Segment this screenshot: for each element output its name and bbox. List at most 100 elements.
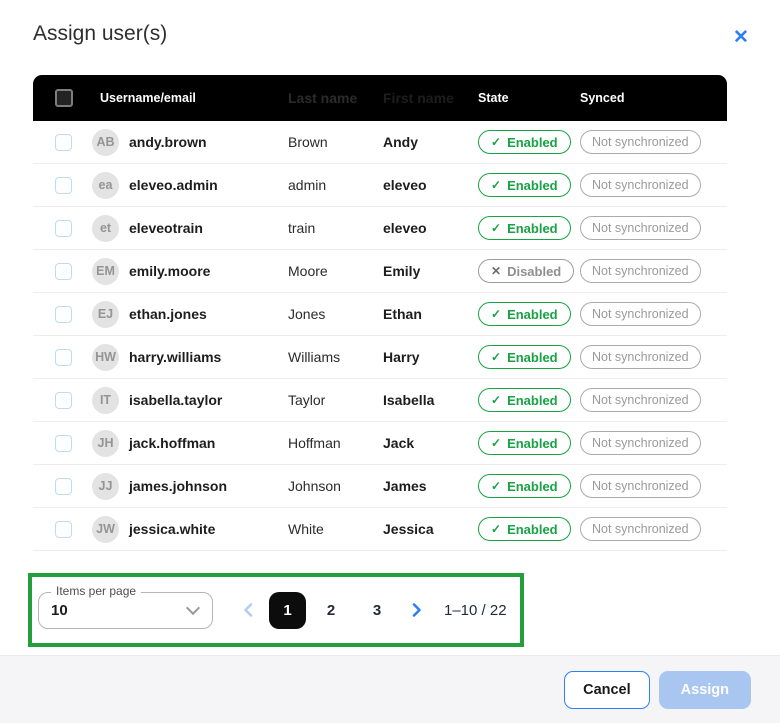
first-name-cell: Ethan xyxy=(383,306,478,322)
state-label: Enabled xyxy=(507,436,558,451)
avatar: EM xyxy=(92,258,119,285)
state-icon: ✓ xyxy=(491,479,501,493)
state-label: Enabled xyxy=(507,393,558,408)
next-page-button[interactable] xyxy=(404,598,428,622)
state-badge: ✓ Enabled xyxy=(478,173,571,197)
state-label: Enabled xyxy=(507,350,558,365)
state-badge: ✓ Enabled xyxy=(478,431,571,455)
avatar: JW xyxy=(92,516,119,543)
avatar-initials: AB xyxy=(96,135,114,149)
row-checkbox[interactable] xyxy=(55,306,72,323)
page-button-3[interactable]: 3 xyxy=(362,602,392,619)
column-header-last-name: Last name xyxy=(288,90,383,106)
row-checkbox[interactable] xyxy=(55,220,72,237)
state-badge: ✓ Enabled xyxy=(478,302,571,326)
synced-badge: Not synchronized xyxy=(580,302,701,326)
username-cell: eleveotrain xyxy=(129,220,203,236)
table-row: JJ james.johnson Johnson James ✓ Enabled… xyxy=(33,465,727,508)
state-icon: ✓ xyxy=(491,307,501,321)
page-button-2[interactable]: 2 xyxy=(316,602,346,619)
avatar-initials: JJ xyxy=(99,479,113,493)
avatar: ea xyxy=(92,172,119,199)
last-name-cell: admin xyxy=(288,177,383,193)
users-table: Username/email Last name First name Stat… xyxy=(33,75,727,551)
first-name-cell: James xyxy=(383,478,478,494)
table-body: AB andy.brown Brown Andy ✓ Enabled Not s… xyxy=(33,121,727,551)
table-header: Username/email Last name First name Stat… xyxy=(33,75,727,121)
synced-badge: Not synchronized xyxy=(580,431,701,455)
row-checkbox[interactable] xyxy=(55,134,72,151)
username-cell: jack.hoffman xyxy=(129,435,215,451)
state-icon: ✓ xyxy=(491,436,501,450)
avatar-initials: ea xyxy=(99,178,113,192)
avatar: AB xyxy=(92,129,119,156)
state-badge: ✓ Enabled xyxy=(478,345,571,369)
last-name-cell: train xyxy=(288,220,383,236)
avatar: et xyxy=(92,215,119,242)
column-header-username: Username/email xyxy=(88,91,288,105)
first-name-cell: Emily xyxy=(383,263,478,279)
first-name-cell: eleveo xyxy=(383,220,478,236)
row-checkbox[interactable] xyxy=(55,392,72,409)
table-row: EM emily.moore Moore Emily ✕ Disabled No… xyxy=(33,250,727,293)
table-row: JW jessica.white White Jessica ✓ Enabled… xyxy=(33,508,727,551)
last-name-cell: Jones xyxy=(288,306,383,322)
state-badge: ✓ Enabled xyxy=(478,216,571,240)
row-checkbox[interactable] xyxy=(55,521,72,538)
username-cell: jessica.white xyxy=(129,521,215,537)
column-header-synced: Synced xyxy=(580,91,727,105)
cancel-button[interactable]: Cancel xyxy=(564,671,650,709)
row-checkbox[interactable] xyxy=(55,177,72,194)
first-name-cell: Isabella xyxy=(383,392,478,408)
select-all-checkbox[interactable] xyxy=(55,89,73,107)
synced-badge: Not synchronized xyxy=(580,216,701,240)
avatar: HW xyxy=(92,344,119,371)
table-row: HW harry.williams Williams Harry ✓ Enabl… xyxy=(33,336,727,379)
last-name-cell: Hoffman xyxy=(288,435,383,451)
avatar: JJ xyxy=(92,473,119,500)
row-checkbox[interactable] xyxy=(55,478,72,495)
close-icon[interactable]: ✕ xyxy=(729,25,753,49)
username-cell: andy.brown xyxy=(129,134,207,150)
table-row: JH jack.hoffman Hoffman Jack ✓ Enabled N… xyxy=(33,422,727,465)
last-name-cell: Moore xyxy=(288,263,383,279)
state-label: Enabled xyxy=(507,135,558,150)
assign-users-dialog: Assign user(s) ✕ Username/email Last nam… xyxy=(0,0,780,723)
table-row: ea eleveo.admin admin eleveo ✓ Enabled N… xyxy=(33,164,727,207)
previous-page-button[interactable] xyxy=(237,598,261,622)
username-cell: isabella.taylor xyxy=(129,392,222,408)
avatar-initials: EJ xyxy=(98,307,113,321)
page-button-1[interactable]: 1 xyxy=(269,592,306,629)
state-icon: ✓ xyxy=(491,350,501,364)
state-icon: ✓ xyxy=(491,221,501,235)
avatar-initials: IT xyxy=(100,393,111,407)
assign-button[interactable]: Assign xyxy=(659,671,751,709)
username-cell: eleveo.admin xyxy=(129,177,218,193)
state-icon: ✕ xyxy=(491,264,501,278)
state-label: Enabled xyxy=(507,221,558,236)
row-checkbox[interactable] xyxy=(55,349,72,366)
dialog-footer: Cancel Assign xyxy=(0,655,780,723)
last-name-cell: Taylor xyxy=(288,392,383,408)
last-name-cell: White xyxy=(288,521,383,537)
avatar: IT xyxy=(92,387,119,414)
first-name-cell: Jack xyxy=(383,435,478,451)
synced-badge: Not synchronized xyxy=(580,388,701,412)
row-checkbox[interactable] xyxy=(55,435,72,452)
state-badge: ✕ Disabled xyxy=(478,259,574,283)
state-label: Disabled xyxy=(507,264,561,279)
first-name-cell: Jessica xyxy=(383,521,478,537)
last-name-cell: Johnson xyxy=(288,478,383,494)
chevron-down-icon xyxy=(186,600,200,614)
state-label: Enabled xyxy=(507,522,558,537)
state-badge: ✓ Enabled xyxy=(478,517,571,541)
avatar-initials: JH xyxy=(98,436,114,450)
avatar: JH xyxy=(92,430,119,457)
synced-badge: Not synchronized xyxy=(580,173,701,197)
state-badge: ✓ Enabled xyxy=(478,388,571,412)
pagination-highlight-box: Items per page 10 1 2 3 1–10 / 22 xyxy=(28,573,524,647)
items-per-page-select[interactable]: Items per page 10 xyxy=(38,592,213,629)
row-checkbox[interactable] xyxy=(55,263,72,280)
state-icon: ✓ xyxy=(491,135,501,149)
synced-badge: Not synchronized xyxy=(580,474,701,498)
